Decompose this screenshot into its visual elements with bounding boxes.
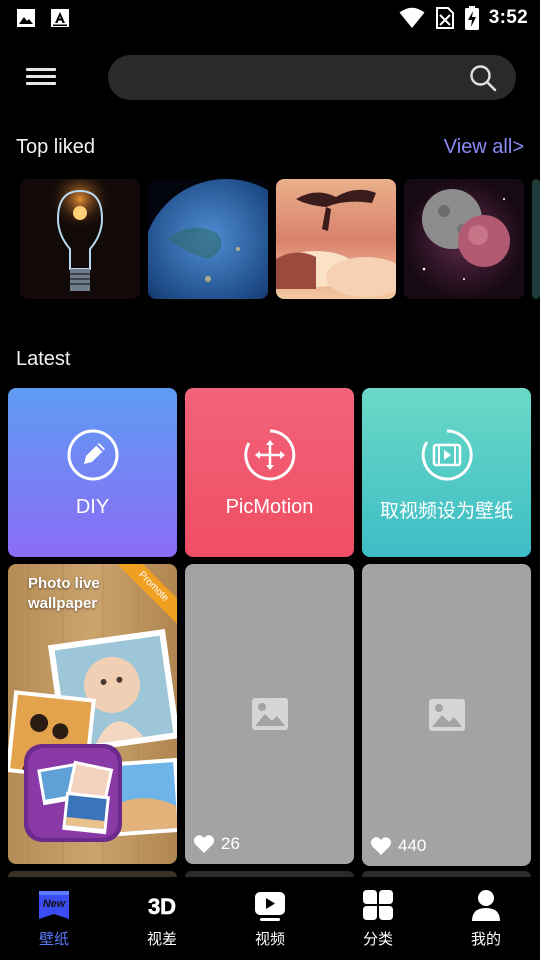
- pencil-icon: [67, 429, 119, 481]
- moon-planet-image: [404, 179, 524, 299]
- likes-count: 26: [193, 834, 240, 854]
- image-placeholder-icon: [429, 699, 465, 731]
- wallpaper-thumb-partial[interactable]: [532, 179, 540, 299]
- bottom-nav: New 壁纸 3D 视差 视频 分类 我的: [0, 877, 540, 960]
- svg-text:New: New: [43, 898, 67, 910]
- search-input[interactable]: [128, 55, 458, 100]
- top-liked-carousel[interactable]: [20, 179, 540, 299]
- video-wallpaper-tile[interactable]: 取视频设为壁纸: [362, 388, 531, 557]
- hamburger-icon: [26, 68, 56, 71]
- nav-label: 分类: [362, 930, 393, 948]
- 3d-icon: 3D: [148, 894, 177, 920]
- heart-icon: [370, 837, 392, 855]
- nav-label: 视差: [146, 930, 177, 948]
- image-placeholder-icon: [252, 698, 288, 730]
- search-bar[interactable]: [108, 55, 516, 100]
- wallpaper-tile[interactable]: 26: [185, 564, 354, 864]
- status-bar: 3:52: [0, 0, 540, 36]
- top-liked-title: Top liked: [16, 136, 95, 158]
- picmotion-tile[interactable]: PicMotion: [185, 388, 354, 557]
- move-arrows-icon: [244, 429, 296, 481]
- search-icon[interactable]: [468, 63, 498, 93]
- nav-categories[interactable]: 分类: [324, 877, 432, 960]
- menu-button[interactable]: [24, 64, 58, 92]
- new-badge-icon: New: [39, 891, 69, 919]
- nav-label: 视频: [254, 930, 285, 948]
- heart-icon: [193, 835, 215, 853]
- profile-icon: [472, 890, 500, 921]
- svg-text:3D: 3D: [148, 894, 176, 919]
- no-sim-icon: [435, 7, 454, 29]
- text-a-icon: [51, 9, 69, 27]
- nav-wallpaper[interactable]: New 壁纸: [0, 877, 108, 960]
- partial-thumb-image: [532, 179, 540, 299]
- play-icon: [255, 892, 285, 921]
- light-bulb-image: [20, 179, 140, 299]
- wallpaper-thumb-earth[interactable]: [148, 179, 268, 299]
- wifi-icon: [399, 7, 425, 28]
- wallpaper-tile[interactable]: 440: [362, 564, 531, 866]
- wallpaper-thumb-island[interactable]: [276, 179, 396, 299]
- nav-label: 我的: [470, 930, 501, 948]
- view-all-link[interactable]: View all>: [444, 136, 524, 159]
- video-wallpaper-label: 取视频设为壁纸: [379, 500, 513, 522]
- nav-video[interactable]: 视频: [216, 877, 324, 960]
- likes-value: 440: [398, 836, 427, 855]
- promo-title: Photo live wallpaper: [28, 575, 100, 612]
- likes-value: 26: [221, 834, 240, 853]
- diy-tile[interactable]: DIY: [8, 388, 177, 557]
- picmotion-label: PicMotion: [225, 496, 314, 518]
- floating-island-image: [276, 179, 396, 299]
- categories-icon: [363, 890, 393, 920]
- nav-parallax[interactable]: 3D 视差: [108, 877, 216, 960]
- battery-charging-icon: [464, 6, 479, 30]
- image-icon: [17, 9, 35, 27]
- wallpaper-thumb-bulb[interactable]: [20, 179, 140, 299]
- likes-count: 440: [370, 836, 426, 856]
- diy-label: DIY: [75, 496, 110, 518]
- wallpaper-thumb-planets[interactable]: [404, 179, 524, 299]
- earth-image: [148, 179, 268, 299]
- nav-profile[interactable]: 我的: [432, 877, 540, 960]
- nav-label: 壁纸: [38, 930, 69, 948]
- latest-title: Latest: [16, 348, 71, 370]
- clock: 3:52: [488, 7, 528, 28]
- video-film-icon: [421, 429, 473, 481]
- promo-tile[interactable]: Photo live wallpaper Promote: [8, 564, 177, 864]
